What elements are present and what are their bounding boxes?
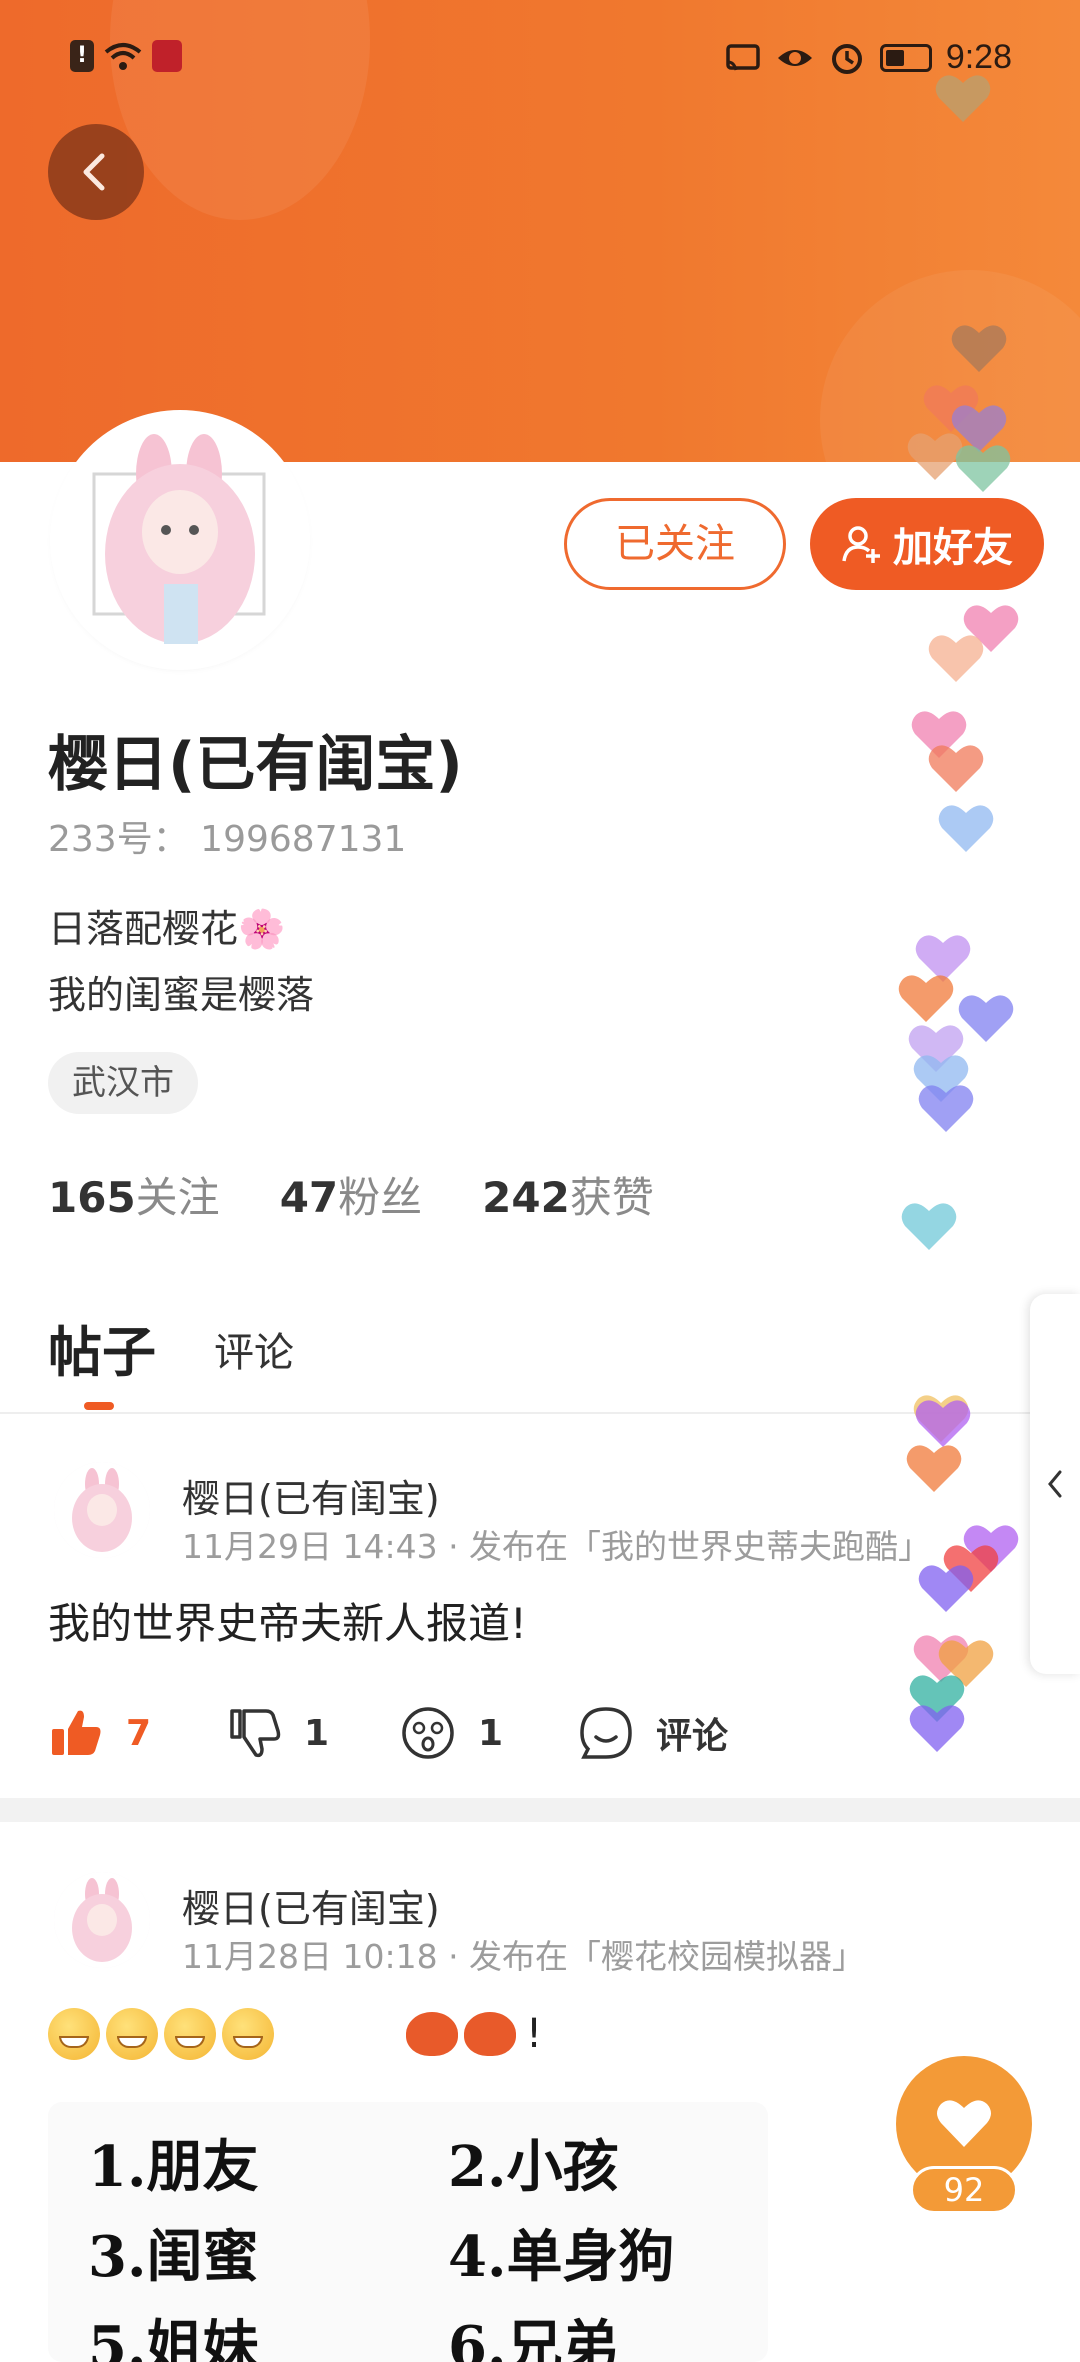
image-text-3: 3.闺蜜	[88, 2224, 259, 2290]
likes-stat[interactable]: 242获赞	[482, 1164, 654, 1225]
heart-icon	[937, 2100, 991, 2147]
post-image[interactable]: 1.朋友 2.小孩 3.闺蜜 4.单身狗 5.姐妹 6.兄弟	[48, 2102, 768, 2362]
status-time: 9:28	[945, 38, 1012, 76]
post-actions: 7 1 1 评论	[48, 1698, 1048, 1768]
floating-like-count: 92	[910, 2166, 1018, 2214]
post-text-suffix: !	[526, 2011, 543, 2057]
eye-icon	[777, 49, 812, 66]
post-author-avatar[interactable]	[54, 1462, 150, 1558]
image-text-4: 4.单身狗	[448, 2224, 675, 2290]
chevron-left-icon	[83, 153, 105, 191]
image-text-5: 5.姐妹	[88, 2314, 259, 2362]
grin-emoji-icon	[164, 2008, 216, 2060]
post-author-name[interactable]: 樱日(已有闺宝)	[182, 1878, 440, 1933]
wow-button[interactable]: 1	[400, 1698, 503, 1768]
fans-stat[interactable]: 47粉丝	[280, 1164, 422, 1225]
heart-icon	[958, 995, 1014, 1042]
profile-tabs: 帖子 评论	[48, 1300, 1048, 1410]
fans-count: 47	[279, 1173, 339, 1222]
heart-icon	[918, 1085, 974, 1132]
wifi-icon	[104, 43, 142, 70]
bio-line-1: 日落配樱花🌸	[48, 907, 286, 951]
image-text-2: 2.小孩	[448, 2134, 619, 2200]
profile-id-label: 233号：	[48, 819, 189, 860]
status-bar: ! 9:28	[0, 36, 1080, 86]
grin-emoji-icon	[48, 2008, 100, 2060]
comment-button[interactable]: 评论	[578, 1698, 728, 1768]
comment-bubble-icon	[580, 1707, 632, 1759]
heart-icon	[928, 745, 984, 792]
back-button[interactable]	[48, 124, 144, 220]
bio-line-2: 我的闺蜜是樱落	[48, 973, 315, 1017]
following-count: 165	[48, 1173, 136, 1222]
section-divider	[0, 1798, 1080, 1822]
comment-label: 评论	[656, 1716, 729, 1757]
profile-name: 樱日(已有闺宝)	[48, 730, 463, 800]
add-friend-label: 加好友	[893, 525, 1013, 571]
following-label: 关注	[135, 1173, 220, 1222]
cast-icon	[726, 43, 760, 70]
profile-bio: 日落配樱花🌸 我的闺蜜是樱落	[48, 896, 314, 1028]
post-text[interactable]: 我的世界史帝夫新人报道!	[48, 1590, 527, 1651]
profile-id: 233号： 199687131	[48, 810, 406, 862]
post-author-avatar[interactable]	[54, 1872, 150, 1968]
heart-icon	[911, 711, 967, 758]
likes-count: 242	[482, 1173, 570, 1222]
heart-icon	[898, 975, 954, 1022]
add-user-icon	[842, 526, 880, 563]
alarm-icon	[831, 43, 862, 74]
thumbs-up-icon	[52, 1710, 101, 1755]
followed-button[interactable]: 已关注	[564, 498, 786, 590]
post-card[interactable]: 樱日(已有闺宝) 11月29日 14:43 · 发布在「我的世界史蒂夫跑酷」 我…	[0, 1420, 1080, 1798]
battery-icon	[879, 43, 932, 72]
grin-emoji-icon	[222, 2008, 274, 2060]
tabs-divider	[0, 1412, 1080, 1414]
grin-emoji-icon	[106, 2008, 158, 2060]
post-meta: 11月29日 14:43 · 发布在「我的世界史蒂夫跑酷」	[182, 1527, 932, 1566]
image-text-6: 6.兄弟	[448, 2314, 619, 2362]
fans-label: 粉丝	[338, 1173, 423, 1222]
crab-emoji-icon	[406, 2012, 458, 2056]
heart-icon	[915, 935, 971, 982]
heart-icon	[938, 805, 994, 852]
image-text-1: 1.朋友	[88, 2134, 259, 2200]
post-author-name[interactable]: 樱日(已有闺宝)	[182, 1468, 440, 1523]
likes-label: 获赞	[569, 1173, 654, 1222]
crab-emoji-icon	[464, 2012, 516, 2056]
tab-comments[interactable]: 评论	[214, 1320, 294, 1378]
add-friend-button[interactable]: 加好友	[810, 498, 1044, 590]
tab-active-indicator	[84, 1402, 114, 1410]
location-tag[interactable]: 武汉市	[48, 1052, 198, 1114]
thumbs-down-icon	[230, 1709, 281, 1758]
microphone-icon	[152, 40, 182, 72]
heart-icon	[901, 1203, 957, 1250]
post-text[interactable]: !	[48, 2008, 542, 2060]
profile-avatar[interactable]	[54, 414, 306, 666]
alert-icon: !	[70, 40, 94, 72]
like-button[interactable]: 7	[48, 1698, 151, 1768]
dislike-button[interactable]: 1	[226, 1698, 329, 1768]
profile-id-value: 199687131	[200, 819, 407, 860]
profile-stats: 165关注 47粉丝 242获赞	[48, 1164, 654, 1225]
tab-posts[interactable]: 帖子	[48, 1308, 156, 1387]
heart-icon	[928, 635, 984, 682]
following-stat[interactable]: 165关注	[48, 1164, 220, 1225]
like-count: 7	[126, 1712, 152, 1754]
heart-icon	[913, 1055, 969, 1102]
heart-icon	[908, 1025, 964, 1072]
dislike-count: 1	[304, 1712, 330, 1754]
post-meta: 11月28日 10:18 · 发布在「樱花校园模拟器」	[182, 1937, 866, 1976]
dizzy-face-icon	[402, 1707, 454, 1759]
heart-icon	[963, 605, 1019, 652]
wow-count: 1	[478, 1712, 504, 1754]
